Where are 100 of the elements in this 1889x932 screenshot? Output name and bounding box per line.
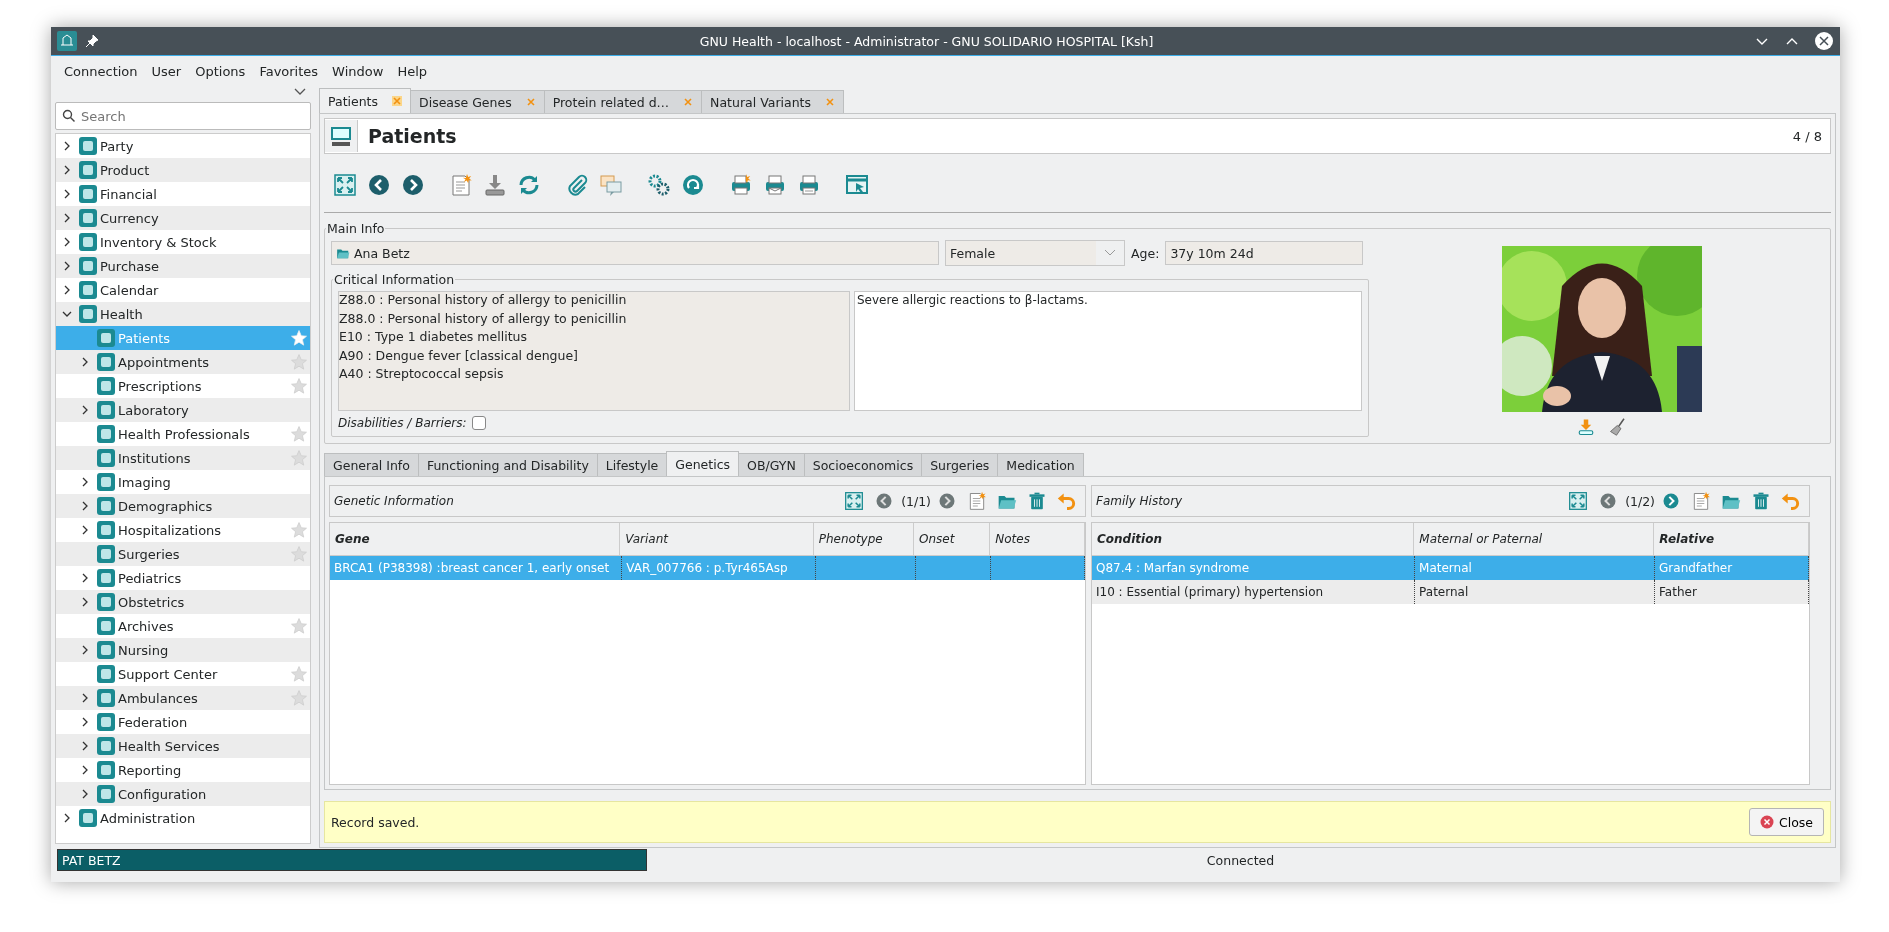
column-header[interactable]: Notes	[990, 523, 1085, 555]
menu-item[interactable]: Favorites	[252, 63, 326, 79]
table-cell: VAR_007766 : p.Tyr465Asp	[626, 561, 788, 575]
notes-field[interactable]: Severe allergic reactions to β-lactams.	[854, 291, 1362, 411]
tree-item[interactable]: Prescriptions	[56, 374, 310, 398]
star-icon[interactable]	[290, 449, 308, 467]
star-icon[interactable]	[290, 353, 308, 371]
tree-item[interactable]: Health Professionals	[56, 422, 310, 446]
tree-item[interactable]: Financial	[56, 182, 310, 206]
tree-item[interactable]: Appointments	[56, 350, 310, 374]
window-cursor-icon	[845, 173, 869, 197]
column-header[interactable]: Condition	[1092, 523, 1415, 555]
column-header[interactable]: Gene	[330, 523, 621, 555]
tree-item[interactable]: Demographics	[56, 494, 310, 518]
tab[interactable]: General Info	[324, 453, 419, 476]
column-header[interactable]: Onset	[914, 523, 991, 555]
tree-item[interactable]: Inventory & Stock	[56, 230, 310, 254]
tree-item[interactable]: Archives	[56, 614, 310, 638]
tree-item[interactable]: Configuration	[56, 782, 310, 806]
tab[interactable]: Functioning and Disability	[417, 453, 598, 476]
tab[interactable]: OB/GYN	[738, 453, 805, 476]
record-counter: (1/2)	[1625, 493, 1655, 509]
tree-item[interactable]: Health	[56, 302, 310, 326]
menu-item[interactable]: Help	[390, 63, 434, 79]
tree-item[interactable]: Obstetrics	[56, 590, 310, 614]
broom-icon[interactable]	[1608, 418, 1627, 436]
chevron-right-icon	[401, 173, 425, 197]
tab[interactable]: Disease Genes	[410, 90, 545, 113]
table-cell: Q87.4 : Marfan syndrome	[1096, 561, 1250, 575]
printer-icon	[729, 173, 753, 197]
tab[interactable]: Medication	[997, 453, 1084, 476]
tab[interactable]: Surgeries	[921, 453, 999, 476]
close-icon[interactable]	[392, 96, 403, 106]
search-icon	[62, 109, 76, 123]
tree-item[interactable]: Laboratory	[56, 398, 310, 422]
column-header[interactable]: Relative	[1654, 523, 1809, 555]
chevron-right-icon	[937, 491, 957, 511]
column-header[interactable]: Variant	[620, 523, 814, 555]
download-icon	[483, 173, 507, 197]
search-box[interactable]: Search	[55, 102, 311, 130]
star-icon[interactable]	[290, 521, 308, 539]
tree-item[interactable]: Party	[56, 134, 310, 158]
name-field[interactable]: Ana Betz	[331, 241, 939, 265]
table-cell: BRCA1 (P38398) :breast cancer 1, early onset	[334, 561, 610, 575]
pin-icon[interactable]	[85, 34, 99, 48]
menu-item[interactable]: User	[144, 63, 189, 79]
tree-item[interactable]: Institutions	[56, 446, 310, 470]
close-button[interactable]	[1814, 31, 1834, 51]
tree-item[interactable]: Purchase	[56, 254, 310, 278]
tree-item[interactable]: Surgeries	[56, 542, 310, 566]
tab[interactable]: Natural Variants	[701, 90, 845, 113]
close-button[interactable]: Close	[1748, 808, 1824, 836]
column-header[interactable]: Maternal or Paternal	[1414, 523, 1655, 555]
tab[interactable]: Socioeconomics	[803, 453, 923, 476]
tab[interactable]: Protein related d…	[543, 90, 703, 113]
table-cell: Maternal	[1419, 561, 1472, 575]
tree-item[interactable]: Ambulances	[56, 686, 310, 710]
tree-item[interactable]: Reporting	[56, 758, 310, 782]
download-icon[interactable]	[1576, 418, 1595, 436]
tree-item[interactable]: Health Services	[56, 734, 310, 758]
tab[interactable]: Lifestyle	[596, 453, 668, 476]
tree-item[interactable]: Currency	[56, 206, 310, 230]
star-icon[interactable]	[290, 425, 308, 443]
menu-item[interactable]: Connection	[57, 63, 145, 79]
column-header[interactable]: Phenotype	[813, 523, 915, 555]
tree-item[interactable]: Federation	[56, 710, 310, 734]
table-cell: Grandfather	[1659, 561, 1733, 575]
window-title: GNU Health - localhost - Administrator - GNU SOLIDARIO HOSPITAL [Ksh]	[698, 33, 1155, 49]
star-icon[interactable]	[290, 617, 308, 635]
app-icon	[57, 31, 77, 51]
monitor-icon	[329, 124, 353, 148]
tree-item[interactable]: Nursing	[56, 638, 310, 662]
star-icon[interactable]	[290, 665, 308, 683]
close-icon	[1759, 815, 1774, 829]
tree-item[interactable]: Pediatrics	[56, 566, 310, 590]
gender-select[interactable]: Female	[945, 240, 1125, 266]
table-cell: Paternal	[1419, 585, 1469, 599]
search-field[interactable]: Search	[81, 105, 304, 127]
age-field[interactable]: 37y 10m 24d	[1165, 241, 1364, 265]
tree-item[interactable]: Support Center	[56, 662, 310, 686]
tab[interactable]: Patients	[319, 88, 412, 113]
tree-item[interactable]: Administration	[56, 806, 310, 830]
table-cell: Father	[1659, 585, 1697, 599]
table-row[interactable]: I10 : Essential (primary) hypertension Paternal Father	[1092, 580, 1809, 604]
list-item: Z88.0 : Personal history of allergy to penicillin	[339, 292, 628, 309]
new-document-icon	[967, 491, 987, 511]
checkbox[interactable]	[471, 416, 486, 430]
tree-item[interactable]: Calendar	[56, 278, 310, 302]
star-icon[interactable]	[290, 689, 308, 707]
tree-item[interactable]: Imaging	[56, 470, 310, 494]
menu-item[interactable]: Options	[188, 63, 253, 79]
star-icon[interactable]	[290, 545, 308, 563]
list-item: E10 : Type 1 diabetes mellitus	[339, 329, 528, 346]
field-label: Age:	[1131, 245, 1160, 261]
menu-item[interactable]: Window	[325, 63, 391, 79]
tree-item[interactable]: Product	[56, 158, 310, 182]
conditions-list[interactable]: Z88.0 : Personal history of allergy to penicillin Z88.0 : Personal history of allergy to penicillin E10 : Type 1 diabetes mellitus A90 : Dengue fever [classical dengue] A40 : Streptococcal sepsis	[338, 291, 850, 411]
star-icon[interactable]	[290, 377, 308, 395]
pane-title: Family History	[1096, 494, 1184, 508]
tree-item[interactable]: Hospitalizations	[56, 518, 310, 542]
